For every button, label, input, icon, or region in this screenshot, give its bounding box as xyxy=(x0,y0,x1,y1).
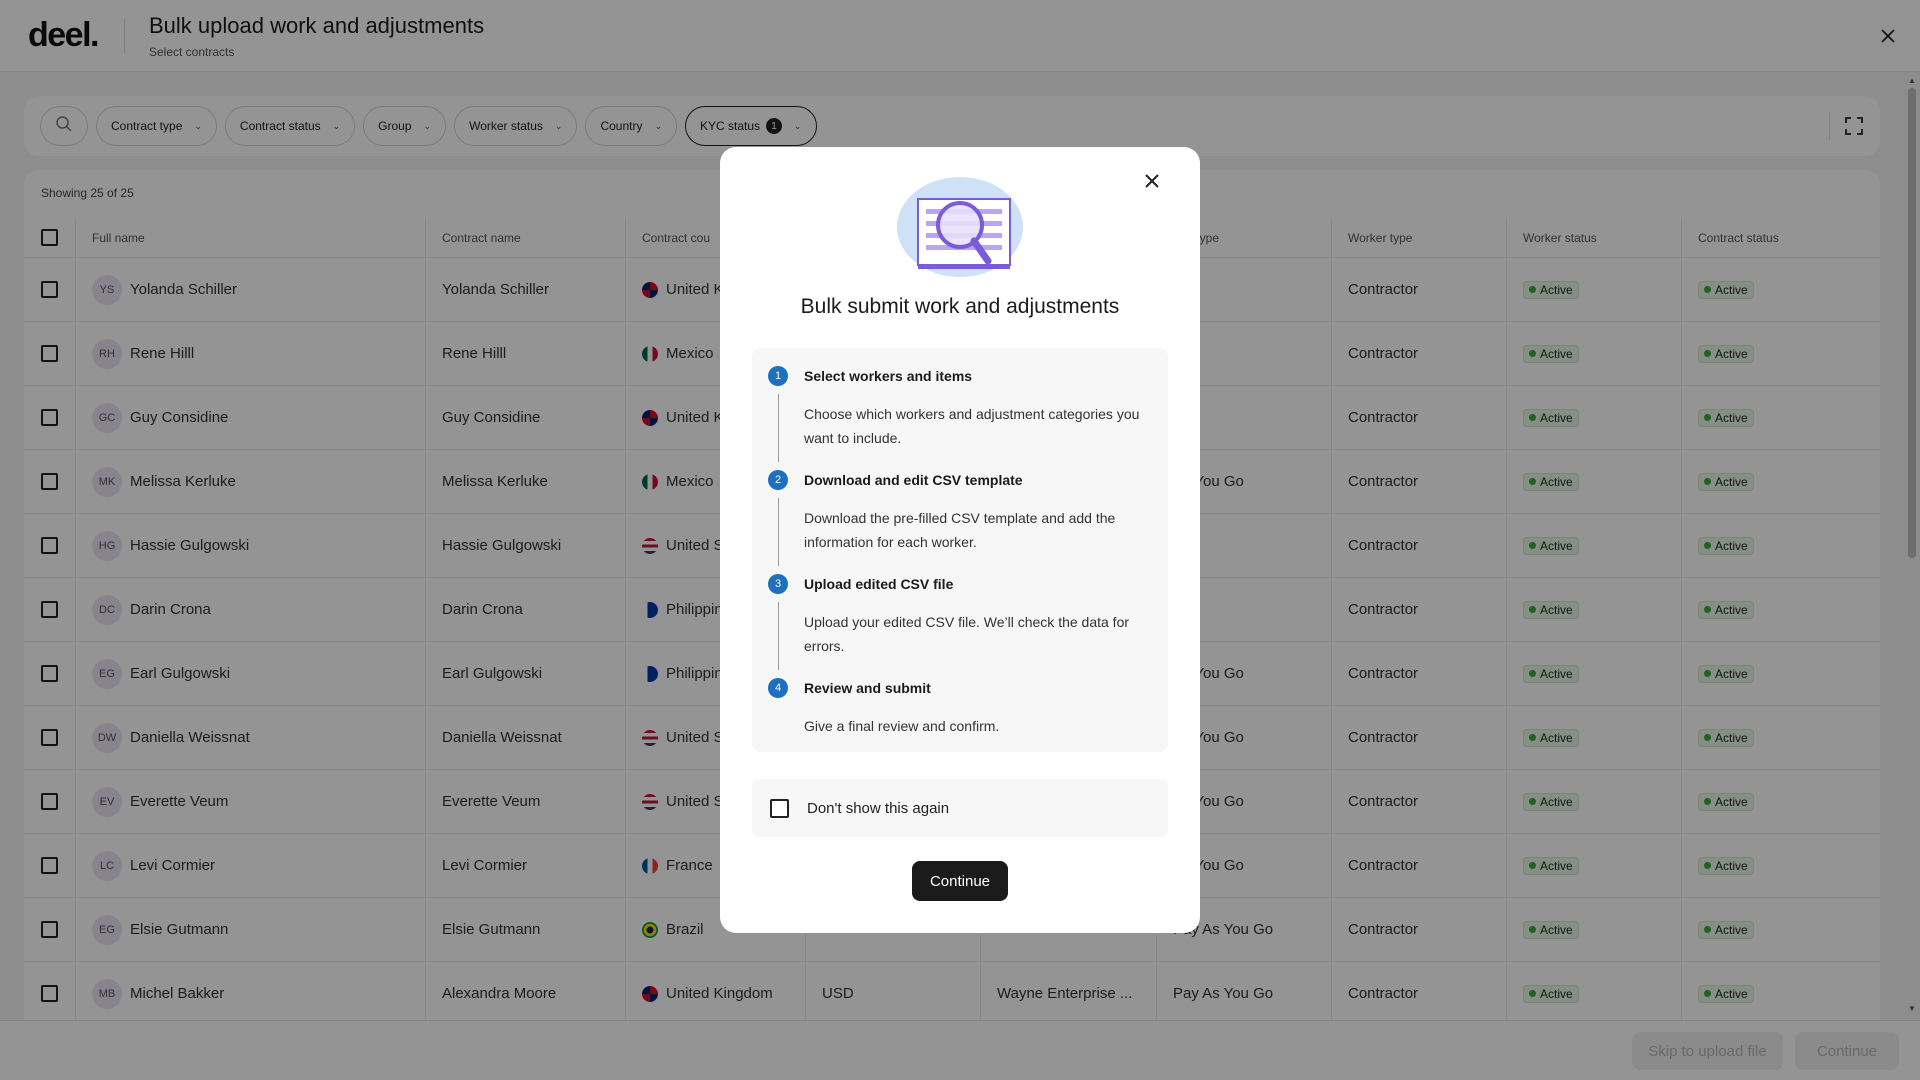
step-title: Download and edit CSV template xyxy=(804,472,1023,488)
step-title: Select workers and items xyxy=(804,368,973,384)
modal-title: Bulk submit work and adjustments xyxy=(800,295,1120,318)
modal-close-icon[interactable] xyxy=(1140,169,1164,193)
step-number: 3 xyxy=(768,574,788,594)
step-description: Upload your edited CSV file. We’ll check… xyxy=(804,614,1130,654)
step-title: Review and submit xyxy=(804,680,931,696)
step-connector xyxy=(778,602,779,670)
continue-button[interactable]: Continue xyxy=(912,861,1008,901)
onboarding-modal: Bulk submit work and adjustments 1 Selec… xyxy=(720,147,1200,933)
step-description: Give a final review and confirm. xyxy=(804,718,1000,734)
dont-show-again-checkbox[interactable] xyxy=(770,798,789,818)
step-title: Upload edited CSV file xyxy=(804,576,954,592)
step-number: 1 xyxy=(768,366,788,386)
dont-show-again-label: Don't show this again xyxy=(807,799,950,817)
magnifier-document-illustration xyxy=(896,175,1026,283)
step-description: Choose which workers and adjustment cate… xyxy=(804,406,1140,446)
step-number: 2 xyxy=(768,470,788,490)
step-number: 4 xyxy=(768,678,788,698)
step-connector xyxy=(778,394,779,462)
step-connector xyxy=(778,498,779,566)
step-description: Download the pre-filled CSV template and… xyxy=(804,510,1116,550)
dont-show-again-row[interactable]: Don't show this again xyxy=(752,779,1168,837)
steps-list: 1 Select workers and items Choose which … xyxy=(752,348,1168,752)
